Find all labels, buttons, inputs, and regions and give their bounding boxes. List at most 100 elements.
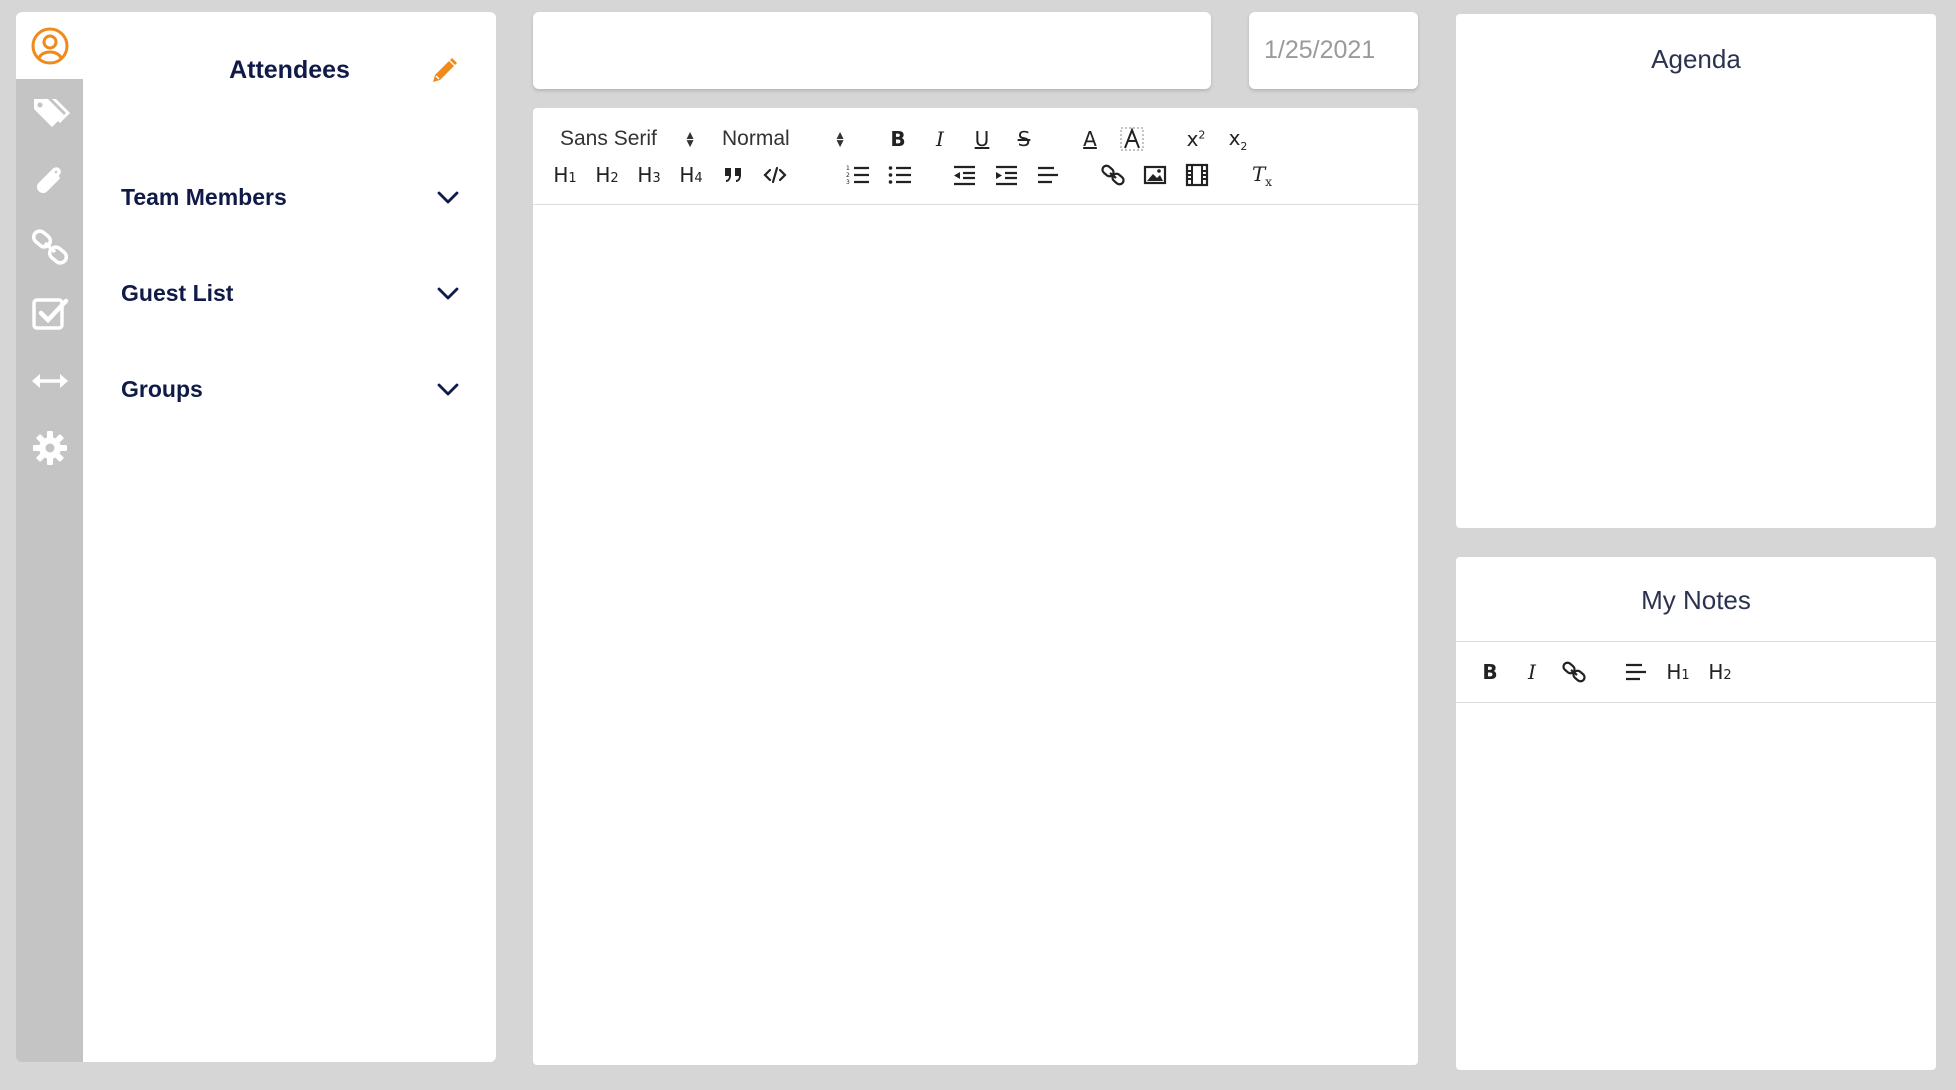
video-icon — [1185, 163, 1209, 187]
accordion-label: Team Members — [121, 183, 287, 210]
bold-icon: B — [1482, 660, 1498, 684]
heading-1-button[interactable]: H1 — [548, 160, 582, 190]
meeting-date-box — [1249, 12, 1418, 89]
accordion-label: Guest List — [121, 279, 234, 306]
notes-link-button[interactable] — [1557, 657, 1591, 687]
svg-text:3: 3 — [846, 179, 850, 186]
accordion-label: Groups — [121, 375, 203, 402]
ordered-list-button[interactable]: 1 2 3 — [841, 160, 875, 190]
superscript-icon: x2 — [1186, 127, 1206, 151]
editor-content[interactable] — [533, 206, 1418, 1065]
agenda-title: Agenda — [1651, 44, 1741, 74]
meeting-date-input[interactable] — [1249, 12, 1418, 89]
notes-bold-button[interactable]: B — [1473, 657, 1507, 687]
pencil-icon — [433, 58, 457, 82]
picker-arrows-icon: ▲ ▼ — [684, 128, 696, 150]
italic-icon: I — [1528, 660, 1536, 684]
link-icon — [31, 228, 68, 265]
text-color-icon: A — [1083, 127, 1097, 151]
picker-arrows-icon: ▲ ▼ — [834, 128, 846, 150]
background-color-button[interactable] — [1115, 124, 1149, 154]
arrows-horizontal-icon — [31, 373, 68, 388]
superscript-button[interactable]: x2 — [1179, 124, 1213, 154]
tags-icon — [33, 98, 70, 127]
quote-icon — [725, 168, 741, 182]
highlight-icon — [1120, 127, 1144, 151]
link-icon — [1101, 164, 1125, 186]
size-picker[interactable]: Normal ▲ ▼ — [722, 124, 846, 154]
notes-toolbar: B I H1 H2 — [1456, 641, 1936, 703]
rail-item-tasks[interactable] — [16, 280, 83, 347]
italic-icon: I — [936, 127, 944, 151]
font-picker[interactable]: Sans Serif ▲ ▼ — [560, 124, 696, 154]
bold-button[interactable]: B — [881, 124, 915, 154]
insert-image-button[interactable] — [1138, 160, 1172, 190]
clear-format-button[interactable]: Tx — [1245, 160, 1279, 190]
indent-icon — [996, 165, 1017, 186]
ordered-list-icon: 1 2 3 — [846, 165, 869, 186]
editor-toolbar: Sans Serif ▲ ▼ Normal ▲ ▼ B I U S A x2 x… — [533, 108, 1418, 205]
rail-item-tags[interactable] — [16, 79, 83, 146]
agenda-panel: Agenda — [1456, 14, 1936, 528]
rail-item-settings[interactable] — [16, 414, 83, 481]
insert-link-button[interactable] — [1096, 160, 1130, 190]
font-picker-label: Sans Serif — [560, 127, 657, 150]
notes-heading-2-button[interactable]: H2 — [1703, 657, 1737, 687]
chevron-down-icon — [437, 383, 459, 396]
bullet-list-button[interactable] — [883, 160, 917, 190]
rail-item-attendees[interactable] — [16, 12, 83, 79]
heading-1-icon: H1 — [553, 163, 577, 187]
heading-3-button[interactable]: H3 — [632, 160, 666, 190]
paperclip-icon — [36, 166, 61, 193]
code-block-button[interactable] — [758, 160, 792, 190]
notes-align-button[interactable] — [1619, 657, 1653, 687]
accordion-groups[interactable]: Groups — [121, 369, 461, 409]
svg-text:2: 2 — [846, 172, 850, 179]
align-button[interactable] — [1031, 160, 1065, 190]
heading-2-button[interactable]: H2 — [590, 160, 624, 190]
heading-4-button[interactable]: H4 — [674, 160, 708, 190]
rail-item-width[interactable] — [16, 347, 83, 414]
checkbox-icon — [31, 297, 68, 330]
strikethrough-icon: S — [1017, 127, 1031, 151]
chevron-down-icon — [437, 191, 459, 204]
blockquote-button[interactable] — [716, 160, 750, 190]
accordion-guest-list[interactable]: Guest List — [121, 273, 461, 313]
side-rail — [16, 12, 83, 1062]
notes-heading-1-button[interactable]: H1 — [1661, 657, 1695, 687]
heading-4-icon: H4 — [679, 163, 703, 187]
notes-content[interactable] — [1456, 704, 1936, 1070]
user-circle-icon — [31, 27, 68, 64]
chevron-down-icon — [437, 287, 459, 300]
text-color-button[interactable]: A — [1073, 124, 1107, 154]
rail-item-links[interactable] — [16, 213, 83, 280]
rail-item-attachments[interactable] — [16, 146, 83, 213]
image-icon — [1143, 165, 1167, 185]
italic-button[interactable]: I — [923, 124, 957, 154]
subscript-button[interactable]: x2 — [1221, 124, 1255, 154]
meeting-title-input[interactable] — [533, 12, 1211, 89]
notes-italic-button[interactable]: I — [1515, 657, 1549, 687]
underline-button[interactable]: U — [965, 124, 999, 154]
insert-video-button[interactable] — [1180, 160, 1214, 190]
attendees-panel: Attendees Team Members Guest List Groups — [83, 12, 496, 1062]
code-icon — [763, 166, 787, 184]
clear-format-icon: Tx — [1251, 161, 1273, 189]
link-icon — [1562, 661, 1586, 683]
notes-panel: My Notes B I H1 H2 — [1456, 557, 1936, 1070]
gear-icon — [32, 430, 67, 465]
heading-3-icon: H3 — [637, 163, 661, 187]
outdent-button[interactable] — [947, 160, 981, 190]
size-picker-label: Normal — [722, 127, 790, 150]
meeting-title-box — [533, 12, 1211, 89]
bold-icon: B — [890, 127, 906, 151]
accordion-team-members[interactable]: Team Members — [121, 177, 461, 217]
strike-button[interactable]: S — [1007, 124, 1041, 154]
heading-1-icon: H1 — [1666, 660, 1690, 684]
indent-button[interactable] — [989, 160, 1023, 190]
notes-title: My Notes — [1641, 585, 1751, 615]
edit-attendees-button[interactable] — [428, 55, 460, 87]
underline-icon: U — [974, 127, 990, 151]
svg-text:1: 1 — [846, 165, 850, 172]
align-left-icon — [1038, 166, 1058, 184]
